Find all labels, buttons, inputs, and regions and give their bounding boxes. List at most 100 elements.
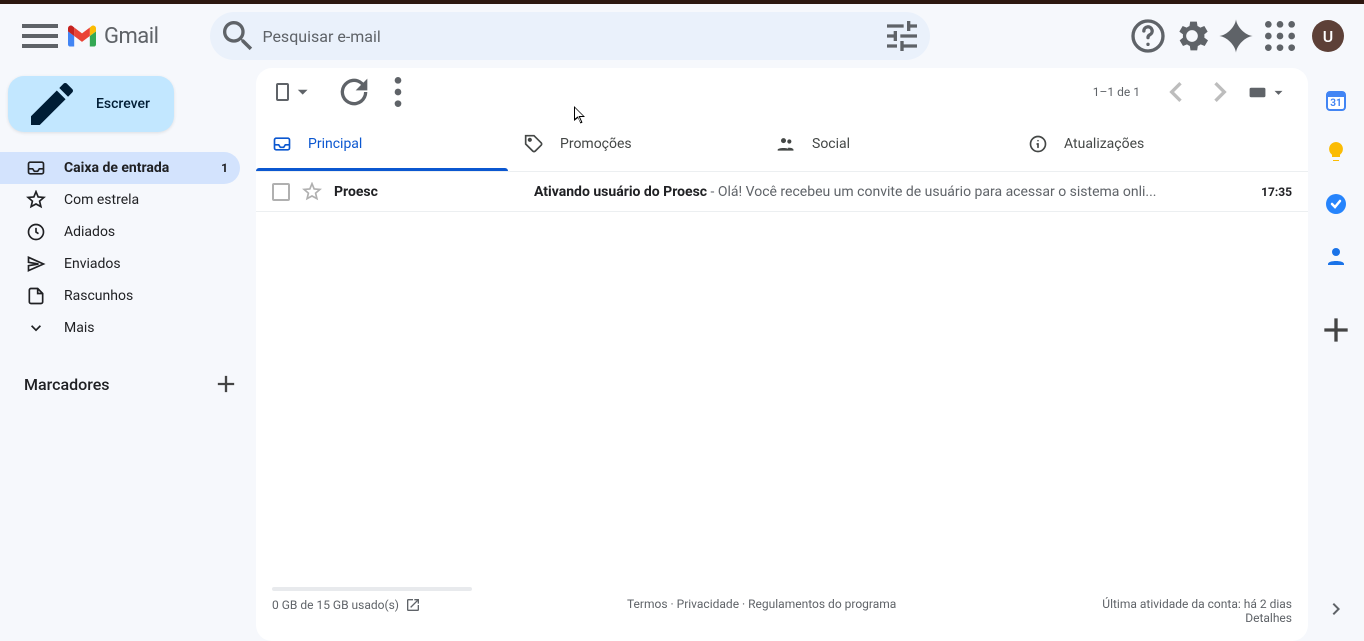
- next-page-button[interactable]: [1200, 72, 1240, 112]
- settings-button[interactable]: [1172, 16, 1212, 56]
- account-avatar[interactable]: U: [1312, 20, 1344, 52]
- plus-icon: [212, 370, 240, 398]
- help-icon: [1128, 16, 1168, 56]
- terms-link[interactable]: Termos: [627, 597, 668, 611]
- nav-label: Rascunhos: [64, 288, 133, 304]
- dropdown-arrow-icon: [1269, 83, 1288, 102]
- search-button[interactable]: [218, 16, 258, 56]
- main-panel: 1–1 de 1 Principal Promoções Social Atualiz…: [256, 68, 1308, 641]
- sidebar: Escrever Caixa de entrada1Com estrela Adi…: [0, 68, 256, 400]
- main-menu-button[interactable]: [16, 12, 64, 60]
- chevron-right-icon: [1200, 72, 1240, 112]
- dropdown-arrow-icon: [291, 80, 314, 103]
- mail-checkbox[interactable]: [272, 183, 290, 201]
- search-input[interactable]: [258, 27, 882, 46]
- tab-label: Atualizações: [1064, 136, 1144, 152]
- mail-list: ProescAtivando usuário do Proesc - Olá! …: [256, 172, 1308, 212]
- program-link[interactable]: Regulamentos do programa: [748, 597, 896, 611]
- add-label-button[interactable]: [212, 370, 240, 398]
- mail-row[interactable]: ProescAtivando usuário do Proesc - Olá! …: [256, 172, 1308, 212]
- svg-text:31: 31: [1330, 98, 1341, 109]
- footer: 0 GB de 15 GB usado(s) Termos · Privacid…: [256, 575, 1308, 641]
- apps-grid-icon: [1260, 16, 1300, 56]
- compose-button[interactable]: Escrever: [8, 76, 174, 132]
- labels-title: Marcadores: [24, 375, 110, 394]
- category-tabs: Principal Promoções Social Atualizações: [256, 116, 1308, 172]
- details-link[interactable]: Detalhes: [1245, 611, 1292, 625]
- chevron-right-icon: [1324, 597, 1348, 621]
- people-icon: [776, 134, 796, 154]
- nav-label: Caixa de entrada: [64, 160, 169, 176]
- clock-icon: [26, 222, 46, 242]
- inbox-icon: [26, 158, 46, 178]
- expand-icon: [26, 318, 46, 338]
- footer-activity: Última atividade da conta: há 2 dias Det…: [1102, 597, 1292, 625]
- nav-send[interactable]: Enviados: [0, 248, 240, 280]
- nav-draft[interactable]: Rascunhos: [0, 280, 240, 312]
- hamburger-icon: [16, 12, 64, 60]
- collapse-side-panel-button[interactable]: [1324, 597, 1348, 621]
- refresh-icon: [334, 72, 374, 112]
- select-all-checkbox[interactable]: [272, 76, 318, 107]
- search-options-button[interactable]: [882, 16, 922, 56]
- header-actions: U: [1128, 16, 1356, 56]
- tune-icon: [882, 16, 922, 56]
- nav-clock[interactable]: Adiados: [0, 216, 240, 248]
- tab-tag[interactable]: Promoções: [508, 116, 760, 171]
- labels-header: Marcadores: [0, 368, 256, 400]
- mail-time: 17:35: [1261, 185, 1292, 199]
- pencil-icon: [24, 76, 80, 132]
- gmail-text: Gmail: [104, 24, 158, 49]
- pager-text: 1–1 de 1: [1093, 85, 1140, 99]
- more-vert-icon: [378, 72, 418, 112]
- input-method-button[interactable]: [1244, 79, 1292, 106]
- tab-label: Social: [812, 136, 850, 152]
- mail-sender: Proesc: [334, 184, 534, 200]
- keep-app[interactable]: [1324, 140, 1348, 164]
- keep-icon: [1324, 140, 1348, 164]
- mail-star-button[interactable]: [302, 182, 322, 202]
- activity-text: Última atividade da conta: há 2 dias: [1102, 597, 1292, 611]
- refresh-button[interactable]: [334, 72, 374, 112]
- contacts-icon: [1324, 244, 1348, 268]
- gmail-icon: [68, 25, 96, 47]
- tasks-app[interactable]: [1324, 192, 1348, 216]
- contacts-app[interactable]: [1324, 244, 1348, 268]
- chevron-left-icon: [1156, 72, 1196, 112]
- tab-people[interactable]: Social: [760, 116, 1012, 171]
- support-button[interactable]: [1128, 16, 1168, 56]
- tab-label: Principal: [308, 136, 362, 152]
- storage-text: 0 GB de 15 GB usado(s): [272, 597, 421, 613]
- calendar-app[interactable]: 31: [1324, 88, 1348, 112]
- apps-button[interactable]: [1260, 16, 1300, 56]
- gmail-logo[interactable]: Gmail: [68, 24, 158, 49]
- prev-page-button[interactable]: [1156, 72, 1196, 112]
- search-bar: [210, 12, 930, 60]
- tab-info[interactable]: Atualizações: [1012, 116, 1264, 171]
- send-icon: [26, 254, 46, 274]
- checkbox-box: [276, 83, 289, 101]
- tab-label: Promoções: [560, 136, 632, 152]
- mail-subject: Ativando usuário do Proesc - Olá! Você r…: [534, 184, 1245, 200]
- storage-label: 0 GB de 15 GB usado(s): [272, 598, 399, 612]
- storage-bar: [272, 587, 472, 591]
- open-external-icon[interactable]: [405, 597, 421, 613]
- privacy-link[interactable]: Privacidade: [677, 597, 739, 611]
- nav-star[interactable]: Com estrela: [0, 184, 240, 216]
- nav-label: Mais: [64, 320, 94, 336]
- gemini-button[interactable]: [1216, 16, 1256, 56]
- compose-label: Escrever: [96, 96, 150, 112]
- get-addons-button[interactable]: [1316, 310, 1356, 350]
- nav-label: Enviados: [64, 256, 121, 272]
- calendar-icon: 31: [1324, 88, 1348, 112]
- nav-label: Adiados: [64, 224, 115, 240]
- star-icon: [26, 190, 46, 210]
- nav-expand[interactable]: Mais: [0, 312, 240, 344]
- info-icon: [1028, 134, 1048, 154]
- nav-inbox[interactable]: Caixa de entrada1: [0, 152, 240, 184]
- search-icon: [218, 16, 258, 56]
- tab-inbox-tab[interactable]: Principal: [256, 116, 508, 171]
- nav-list: Caixa de entrada1Com estrela Adiados Envia…: [0, 152, 256, 344]
- toolbar-right: 1–1 de 1: [1093, 72, 1292, 112]
- more-button[interactable]: [378, 72, 418, 112]
